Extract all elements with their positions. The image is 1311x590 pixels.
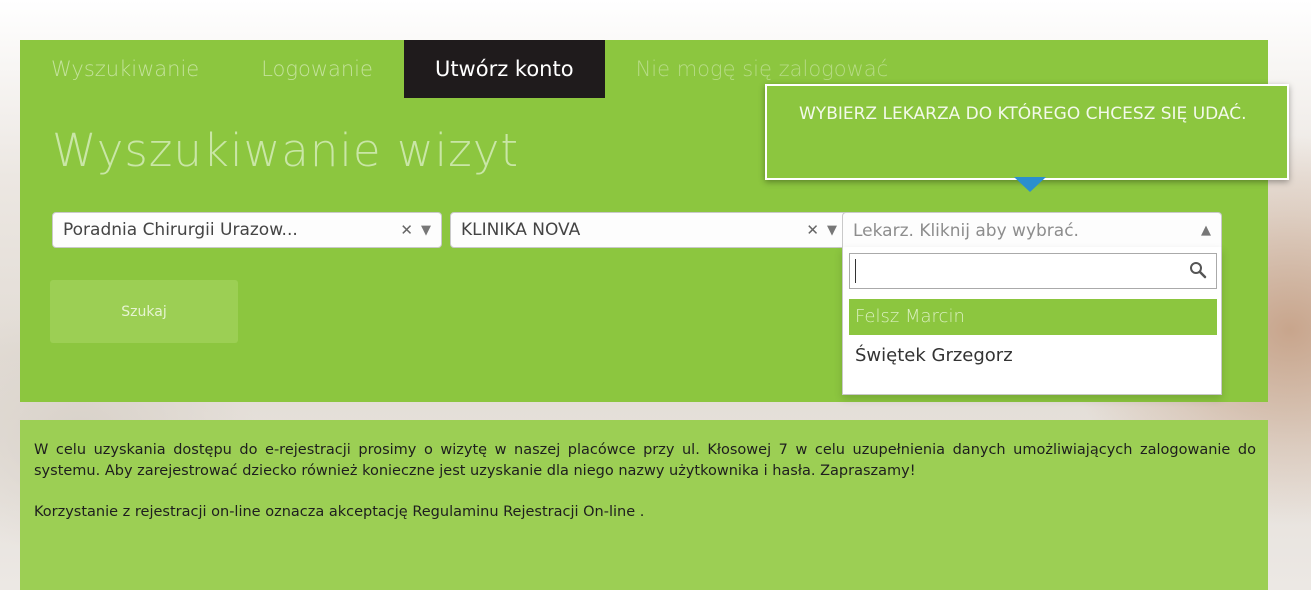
nav-item-create-account[interactable]: Utwórz konto [403,40,605,98]
doctor-option[interactable]: Felsz Marcin [849,299,1217,335]
clinic-select[interactable]: Poradnia Chirurgii Urazow... ✕ ▼ [52,212,442,248]
facility-select[interactable]: KLINIKA NOVA ✕ ▼ [450,212,848,248]
close-icon[interactable]: ✕ [806,221,819,239]
text-caret [855,259,856,283]
doctor-select-placeholder: Lekarz. Kliknij aby wybrać. [853,220,1079,241]
search-icon [1190,262,1207,279]
search-button[interactable]: Szukaj [50,280,238,343]
facility-select-value: KLINIKA NOVA [461,220,581,240]
close-icon[interactable]: ✕ [400,221,413,239]
hint-tooltip: WYBIERZ LEKARZA DO KTÓREGO CHCESZ SIĘ UD… [765,84,1289,180]
doctor-dropdown: Felsz Marcin Świętek Grzegorz [842,247,1222,395]
terms-paragraph: Korzystanie z rejestracji on-line oznacz… [34,504,645,520]
chevron-up-icon[interactable]: ▲ [1201,223,1211,238]
doctor-option[interactable]: Świętek Grzegorz [849,338,1217,374]
chevron-down-icon[interactable]: ▼ [421,223,431,238]
info-panel: W celu uzyskania dostępu do e-rejestracj… [20,420,1268,590]
info-paragraph: W celu uzyskania dostępu do e-rejestracj… [34,442,1256,479]
doctor-search-input[interactable] [849,253,1217,289]
chevron-down-icon[interactable]: ▼ [827,223,837,238]
tooltip-arrow [1014,177,1046,192]
clinic-select-value: Poradnia Chirurgii Urazow... [63,220,298,240]
nav-item-logowanie[interactable]: Logowanie [230,40,404,98]
page-title: Wyszukiwanie wizyt [52,124,520,177]
nav-item-wyszukiwanie[interactable]: Wyszukiwanie [20,40,230,98]
doctor-select[interactable]: Lekarz. Kliknij aby wybrać. ▲ [842,212,1222,248]
